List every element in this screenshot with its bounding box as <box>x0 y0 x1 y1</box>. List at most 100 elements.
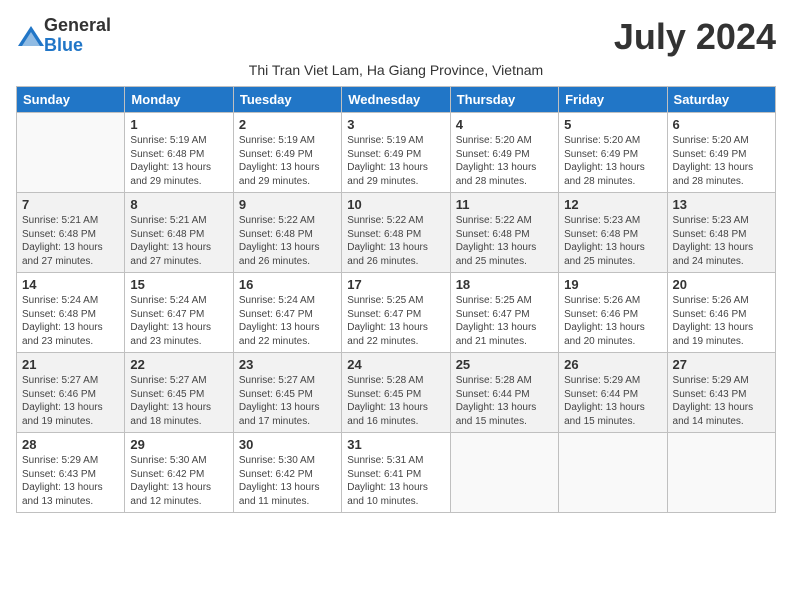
day-number: 27 <box>673 357 770 372</box>
day-info: Sunrise: 5:30 AMSunset: 6:42 PMDaylight:… <box>130 454 227 508</box>
calendar-cell: 6 Sunrise: 5:20 AMSunset: 6:49 PMDaylight… <box>667 113 775 193</box>
day-info: Sunrise: 5:28 AMSunset: 6:45 PMDaylight:… <box>347 374 444 428</box>
calendar-cell: 5Sunrise: 5:20 AMSunset: 6:49 PMDaylight… <box>559 113 667 193</box>
day-info: Sunrise: 5:31 AMSunset: 6:41 PMDaylight:… <box>347 454 444 508</box>
weekday-header-thursday: Thursday <box>450 87 558 113</box>
day-number: 25 <box>456 357 553 372</box>
calendar-cell: 21 Sunrise: 5:27 AMSunset: 6:46 PMDayligh… <box>17 353 125 433</box>
calendar-cell: 2 Sunrise: 5:19 AMSunset: 6:49 PMDaylight… <box>233 113 341 193</box>
calendar-cell: 16 Sunrise: 5:24 AMSunset: 6:47 PMDayligh… <box>233 273 341 353</box>
calendar-table: SundayMondayTuesdayWednesdayThursdayFrid… <box>16 86 776 513</box>
weekday-header-sunday: Sunday <box>17 87 125 113</box>
day-number: 22 <box>130 357 227 372</box>
week-row-1: 1Sunrise: 5:19 AMSunset: 6:48 PMDaylight… <box>17 113 776 193</box>
day-number: 11 <box>456 197 553 212</box>
day-number: 23 <box>239 357 336 372</box>
calendar-cell <box>17 113 125 193</box>
calendar-cell: 17 Sunrise: 5:25 AMSunset: 6:47 PMDayligh… <box>342 273 450 353</box>
day-info: Sunrise: 5:19 AMSunset: 6:48 PMDaylight:… <box>130 134 227 188</box>
calendar-cell: 31 Sunrise: 5:31 AMSunset: 6:41 PMDayligh… <box>342 433 450 513</box>
calendar-cell: 22 Sunrise: 5:27 AMSunset: 6:45 PMDayligh… <box>125 353 233 433</box>
day-number: 31 <box>347 437 444 452</box>
day-number: 15 <box>130 277 227 292</box>
day-info: Sunrise: 5:27 AMSunset: 6:45 PMDaylight:… <box>130 374 227 428</box>
day-number: 13 <box>673 197 770 212</box>
logo-blue: Blue <box>44 35 83 55</box>
week-row-3: 14 Sunrise: 5:24 AMSunset: 6:48 PMDayligh… <box>17 273 776 353</box>
day-info: Sunrise: 5:27 AMSunset: 6:46 PMDaylight:… <box>22 374 119 428</box>
day-info: Sunrise: 5:22 AMSunset: 6:48 PMDaylight:… <box>456 214 553 268</box>
calendar-cell: 8Sunrise: 5:21 AMSunset: 6:48 PMDaylight… <box>125 193 233 273</box>
weekday-header-wednesday: Wednesday <box>342 87 450 113</box>
logo-general: General <box>44 15 111 35</box>
week-row-5: 28 Sunrise: 5:29 AMSunset: 6:43 PMDayligh… <box>17 433 776 513</box>
calendar-cell: 25 Sunrise: 5:28 AMSunset: 6:44 PMDayligh… <box>450 353 558 433</box>
subtitle: Thi Tran Viet Lam, Ha Giang Province, Vi… <box>16 62 776 78</box>
day-number: 19 <box>564 277 661 292</box>
day-number: 26 <box>564 357 661 372</box>
day-info: Sunrise: 5:23 AMSunset: 6:48 PMDaylight:… <box>564 214 661 268</box>
day-number: 20 <box>673 277 770 292</box>
day-info: Sunrise: 5:30 AMSunset: 6:42 PMDaylight:… <box>239 454 336 508</box>
day-info: Sunrise: 5:26 AMSunset: 6:46 PMDaylight:… <box>673 294 770 348</box>
calendar-cell: 1Sunrise: 5:19 AMSunset: 6:48 PMDaylight… <box>125 113 233 193</box>
day-number: 21 <box>22 357 119 372</box>
day-info: Sunrise: 5:25 AMSunset: 6:47 PMDaylight:… <box>347 294 444 348</box>
day-info: Sunrise: 5:25 AMSunset: 6:47 PMDaylight:… <box>456 294 553 348</box>
day-info: Sunrise: 5:24 AMSunset: 6:48 PMDaylight:… <box>22 294 119 348</box>
calendar-cell <box>559 433 667 513</box>
weekday-header-friday: Friday <box>559 87 667 113</box>
calendar-cell: 20 Sunrise: 5:26 AMSunset: 6:46 PMDayligh… <box>667 273 775 353</box>
day-number: 14 <box>22 277 119 292</box>
day-info: Sunrise: 5:20 AMSunset: 6:49 PMDaylight:… <box>456 134 553 188</box>
calendar-cell: 26Sunrise: 5:29 AMSunset: 6:44 PMDayligh… <box>559 353 667 433</box>
week-row-2: 7Sunrise: 5:21 AMSunset: 6:48 PMDaylight… <box>17 193 776 273</box>
logo-text: General Blue <box>44 16 111 56</box>
calendar-cell: 30Sunrise: 5:30 AMSunset: 6:42 PMDayligh… <box>233 433 341 513</box>
day-info: Sunrise: 5:22 AMSunset: 6:48 PMDaylight:… <box>347 214 444 268</box>
day-number: 29 <box>130 437 227 452</box>
day-number: 28 <box>22 437 119 452</box>
day-number: 6 <box>673 117 770 132</box>
day-number: 10 <box>347 197 444 212</box>
day-info: Sunrise: 5:27 AMSunset: 6:45 PMDaylight:… <box>239 374 336 428</box>
calendar-cell <box>667 433 775 513</box>
calendar-cell: 13 Sunrise: 5:23 AMSunset: 6:48 PMDayligh… <box>667 193 775 273</box>
day-number: 16 <box>239 277 336 292</box>
calendar-cell: 4Sunrise: 5:20 AMSunset: 6:49 PMDaylight… <box>450 113 558 193</box>
logo: General Blue <box>16 16 111 56</box>
calendar-cell: 27Sunrise: 5:29 AMSunset: 6:43 PMDayligh… <box>667 353 775 433</box>
calendar-cell: 7Sunrise: 5:21 AMSunset: 6:48 PMDaylight… <box>17 193 125 273</box>
month-title: July 2024 <box>614 16 776 58</box>
day-info: Sunrise: 5:20 AMSunset: 6:49 PMDaylight:… <box>564 134 661 188</box>
weekday-header-tuesday: Tuesday <box>233 87 341 113</box>
day-info: Sunrise: 5:21 AMSunset: 6:48 PMDaylight:… <box>22 214 119 268</box>
week-row-4: 21 Sunrise: 5:27 AMSunset: 6:46 PMDayligh… <box>17 353 776 433</box>
day-info: Sunrise: 5:29 AMSunset: 6:43 PMDaylight:… <box>22 454 119 508</box>
weekday-header-saturday: Saturday <box>667 87 775 113</box>
logo-icon <box>16 24 40 48</box>
calendar-cell: 19 Sunrise: 5:26 AMSunset: 6:46 PMDayligh… <box>559 273 667 353</box>
weekday-header-monday: Monday <box>125 87 233 113</box>
day-info: Sunrise: 5:28 AMSunset: 6:44 PMDaylight:… <box>456 374 553 428</box>
calendar-cell: 24 Sunrise: 5:28 AMSunset: 6:45 PMDayligh… <box>342 353 450 433</box>
day-info: Sunrise: 5:23 AMSunset: 6:48 PMDaylight:… <box>673 214 770 268</box>
day-number: 18 <box>456 277 553 292</box>
day-info: Sunrise: 5:19 AMSunset: 6:49 PMDaylight:… <box>239 134 336 188</box>
calendar-cell: 29 Sunrise: 5:30 AMSunset: 6:42 PMDayligh… <box>125 433 233 513</box>
day-number: 9 <box>239 197 336 212</box>
header: General Blue July 2024 <box>16 16 776 58</box>
day-info: Sunrise: 5:24 AMSunset: 6:47 PMDaylight:… <box>130 294 227 348</box>
calendar-cell: 11 Sunrise: 5:22 AMSunset: 6:48 PMDayligh… <box>450 193 558 273</box>
day-info: Sunrise: 5:26 AMSunset: 6:46 PMDaylight:… <box>564 294 661 348</box>
calendar-cell: 18 Sunrise: 5:25 AMSunset: 6:47 PMDayligh… <box>450 273 558 353</box>
day-number: 2 <box>239 117 336 132</box>
calendar-cell: 12 Sunrise: 5:23 AMSunset: 6:48 PMDayligh… <box>559 193 667 273</box>
day-info: Sunrise: 5:20 AMSunset: 6:49 PMDaylight:… <box>673 134 770 188</box>
day-number: 12 <box>564 197 661 212</box>
day-number: 24 <box>347 357 444 372</box>
day-info: Sunrise: 5:24 AMSunset: 6:47 PMDaylight:… <box>239 294 336 348</box>
calendar-cell: 14 Sunrise: 5:24 AMSunset: 6:48 PMDayligh… <box>17 273 125 353</box>
day-number: 17 <box>347 277 444 292</box>
calendar-cell: 3Sunrise: 5:19 AMSunset: 6:49 PMDaylight… <box>342 113 450 193</box>
